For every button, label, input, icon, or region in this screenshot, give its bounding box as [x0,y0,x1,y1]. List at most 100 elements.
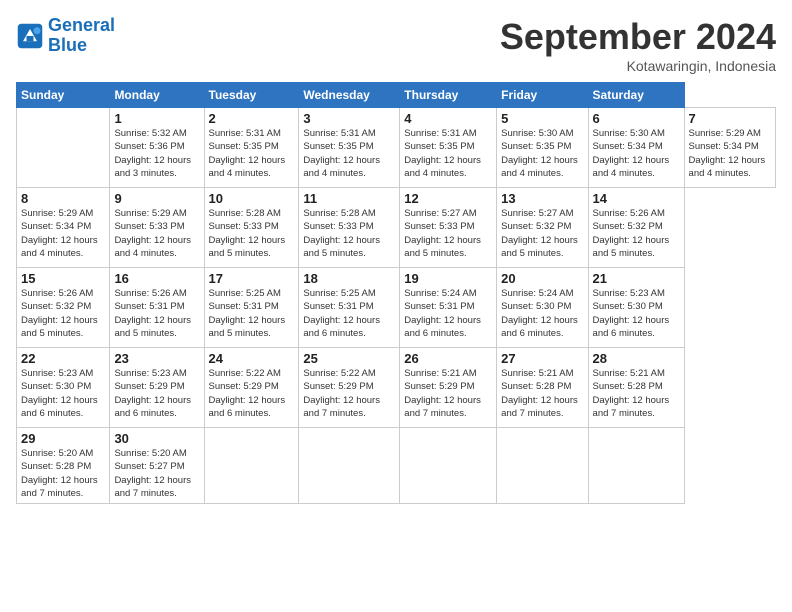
day-number: 17 [209,271,295,286]
day-number: 29 [21,431,105,446]
day-number: 14 [593,191,680,206]
table-row: 17 Sunrise: 5:25 AM Sunset: 5:31 PM Dayl… [204,268,299,348]
day-number: 18 [303,271,395,286]
day-info: Sunrise: 5:23 AM Sunset: 5:29 PM Dayligh… [114,367,199,420]
day-number: 16 [114,271,199,286]
header-thursday: Thursday [400,83,497,108]
table-row: 21 Sunrise: 5:23 AM Sunset: 5:30 PM Dayl… [588,268,684,348]
logo-blue: Blue [48,35,87,55]
day-info: Sunrise: 5:29 AM Sunset: 5:34 PM Dayligh… [689,127,771,180]
logo-text: General Blue [48,16,115,56]
month-title: September 2024 [500,16,776,58]
day-number: 12 [404,191,492,206]
day-number: 6 [593,111,680,126]
empty-cell [17,108,110,188]
title-block: September 2024 Kotawaringin, Indonesia [500,16,776,74]
table-row [588,428,684,504]
header-monday: Monday [110,83,204,108]
location: Kotawaringin, Indonesia [500,58,776,74]
day-number: 1 [114,111,199,126]
table-row [299,428,400,504]
day-info: Sunrise: 5:22 AM Sunset: 5:29 PM Dayligh… [209,367,295,420]
calendar-week-3: 15 Sunrise: 5:26 AM Sunset: 5:32 PM Dayl… [17,268,776,348]
day-number: 27 [501,351,583,366]
table-row: 29 Sunrise: 5:20 AM Sunset: 5:28 PM Dayl… [17,428,110,504]
table-row [400,428,497,504]
day-info: Sunrise: 5:31 AM Sunset: 5:35 PM Dayligh… [303,127,395,180]
table-row: 12 Sunrise: 5:27 AM Sunset: 5:33 PM Dayl… [400,188,497,268]
day-info: Sunrise: 5:21 AM Sunset: 5:28 PM Dayligh… [593,367,680,420]
day-info: Sunrise: 5:27 AM Sunset: 5:33 PM Dayligh… [404,207,492,260]
day-info: Sunrise: 5:28 AM Sunset: 5:33 PM Dayligh… [209,207,295,260]
day-info: Sunrise: 5:20 AM Sunset: 5:27 PM Dayligh… [114,447,199,500]
day-number: 25 [303,351,395,366]
calendar-week-5: 29 Sunrise: 5:20 AM Sunset: 5:28 PM Dayl… [17,428,776,504]
table-row: 28 Sunrise: 5:21 AM Sunset: 5:28 PM Dayl… [588,348,684,428]
calendar-header-row: Sunday Monday Tuesday Wednesday Thursday… [17,83,776,108]
header-sunday: Sunday [17,83,110,108]
day-number: 24 [209,351,295,366]
day-number: 15 [21,271,105,286]
day-info: Sunrise: 5:24 AM Sunset: 5:31 PM Dayligh… [404,287,492,340]
table-row: 4 Sunrise: 5:31 AM Sunset: 5:35 PM Dayli… [400,108,497,188]
table-row: 13 Sunrise: 5:27 AM Sunset: 5:32 PM Dayl… [497,188,588,268]
calendar-table: Sunday Monday Tuesday Wednesday Thursday… [16,82,776,504]
table-row: 27 Sunrise: 5:21 AM Sunset: 5:28 PM Dayl… [497,348,588,428]
day-info: Sunrise: 5:20 AM Sunset: 5:28 PM Dayligh… [21,447,105,500]
day-number: 20 [501,271,583,286]
day-number: 19 [404,271,492,286]
day-info: Sunrise: 5:31 AM Sunset: 5:35 PM Dayligh… [404,127,492,180]
table-row: 8 Sunrise: 5:29 AM Sunset: 5:34 PM Dayli… [17,188,110,268]
day-number: 11 [303,191,395,206]
table-row: 1 Sunrise: 5:32 AM Sunset: 5:36 PM Dayli… [110,108,204,188]
day-info: Sunrise: 5:29 AM Sunset: 5:33 PM Dayligh… [114,207,199,260]
logo-general: General [48,15,115,35]
header-wednesday: Wednesday [299,83,400,108]
table-row: 25 Sunrise: 5:22 AM Sunset: 5:29 PM Dayl… [299,348,400,428]
day-number: 28 [593,351,680,366]
day-info: Sunrise: 5:28 AM Sunset: 5:33 PM Dayligh… [303,207,395,260]
table-row: 22 Sunrise: 5:23 AM Sunset: 5:30 PM Dayl… [17,348,110,428]
day-info: Sunrise: 5:24 AM Sunset: 5:30 PM Dayligh… [501,287,583,340]
day-number: 10 [209,191,295,206]
day-number: 22 [21,351,105,366]
day-info: Sunrise: 5:26 AM Sunset: 5:32 PM Dayligh… [21,287,105,340]
day-info: Sunrise: 5:26 AM Sunset: 5:31 PM Dayligh… [114,287,199,340]
day-number: 13 [501,191,583,206]
day-info: Sunrise: 5:27 AM Sunset: 5:32 PM Dayligh… [501,207,583,260]
day-info: Sunrise: 5:21 AM Sunset: 5:29 PM Dayligh… [404,367,492,420]
page-header: General Blue September 2024 Kotawaringin… [16,16,776,74]
table-row [204,428,299,504]
table-row: 7 Sunrise: 5:29 AM Sunset: 5:34 PM Dayli… [684,108,775,188]
table-row: 5 Sunrise: 5:30 AM Sunset: 5:35 PM Dayli… [497,108,588,188]
table-row: 19 Sunrise: 5:24 AM Sunset: 5:31 PM Dayl… [400,268,497,348]
day-info: Sunrise: 5:23 AM Sunset: 5:30 PM Dayligh… [21,367,105,420]
logo: General Blue [16,16,115,56]
table-row: 2 Sunrise: 5:31 AM Sunset: 5:35 PM Dayli… [204,108,299,188]
table-row: 10 Sunrise: 5:28 AM Sunset: 5:33 PM Dayl… [204,188,299,268]
day-number: 9 [114,191,199,206]
calendar-week-4: 22 Sunrise: 5:23 AM Sunset: 5:30 PM Dayl… [17,348,776,428]
logo-icon [16,22,44,50]
header-saturday: Saturday [588,83,684,108]
table-row: 26 Sunrise: 5:21 AM Sunset: 5:29 PM Dayl… [400,348,497,428]
day-number: 3 [303,111,395,126]
table-row: 24 Sunrise: 5:22 AM Sunset: 5:29 PM Dayl… [204,348,299,428]
day-number: 23 [114,351,199,366]
day-number: 5 [501,111,583,126]
table-row: 9 Sunrise: 5:29 AM Sunset: 5:33 PM Dayli… [110,188,204,268]
header-tuesday: Tuesday [204,83,299,108]
day-info: Sunrise: 5:29 AM Sunset: 5:34 PM Dayligh… [21,207,105,260]
calendar-week-1: 1 Sunrise: 5:32 AM Sunset: 5:36 PM Dayli… [17,108,776,188]
day-info: Sunrise: 5:30 AM Sunset: 5:34 PM Dayligh… [593,127,680,180]
day-info: Sunrise: 5:25 AM Sunset: 5:31 PM Dayligh… [303,287,395,340]
table-row: 15 Sunrise: 5:26 AM Sunset: 5:32 PM Dayl… [17,268,110,348]
day-info: Sunrise: 5:30 AM Sunset: 5:35 PM Dayligh… [501,127,583,180]
day-number: 21 [593,271,680,286]
table-row [497,428,588,504]
day-info: Sunrise: 5:31 AM Sunset: 5:35 PM Dayligh… [209,127,295,180]
day-number: 4 [404,111,492,126]
day-number: 30 [114,431,199,446]
table-row: 3 Sunrise: 5:31 AM Sunset: 5:35 PM Dayli… [299,108,400,188]
calendar-week-2: 8 Sunrise: 5:29 AM Sunset: 5:34 PM Dayli… [17,188,776,268]
